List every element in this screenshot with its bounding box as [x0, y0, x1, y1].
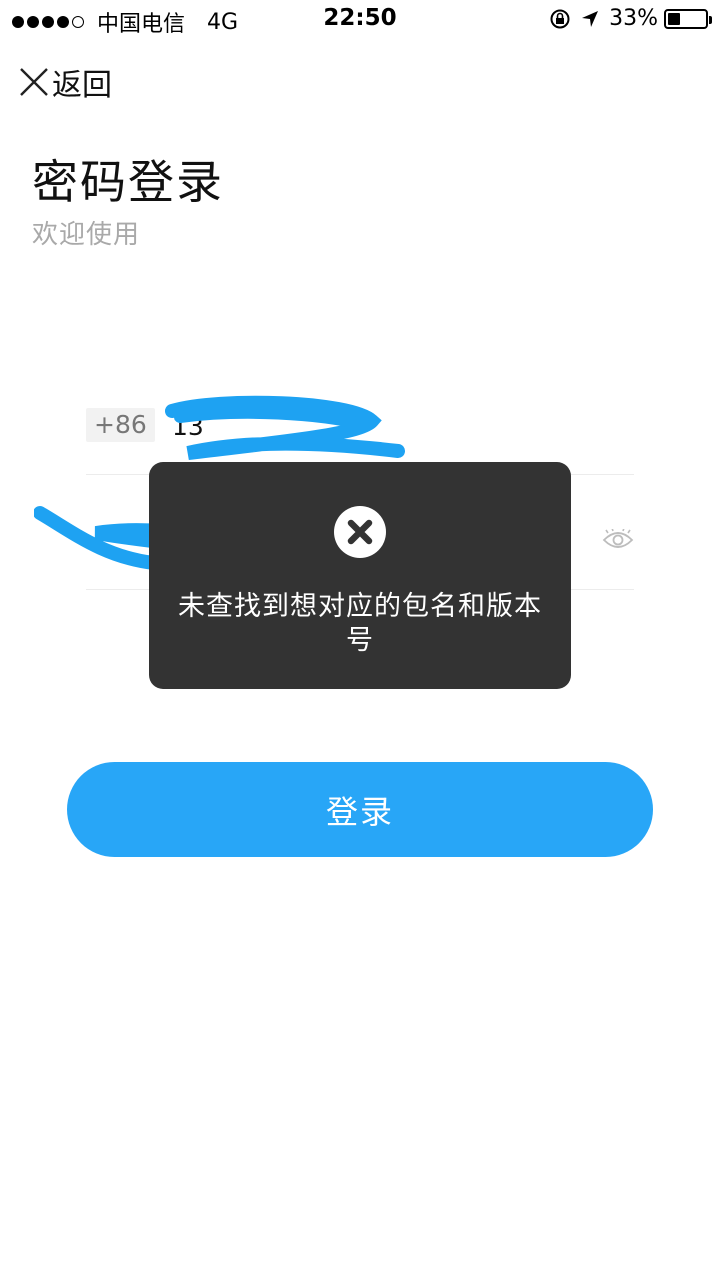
login-button-label: 登录 — [325, 792, 394, 831]
close-icon — [20, 68, 48, 96]
country-code-selector[interactable]: +86 — [86, 408, 155, 442]
location-arrow-icon — [582, 10, 599, 27]
toast-message: 未查找到想对应的包名和版本号 — [178, 591, 542, 656]
status-bar: 中国电信 4G 22:50 33% — [0, 0, 720, 40]
battery-icon — [664, 8, 712, 29]
battery-percent: 33% — [609, 6, 658, 31]
error-toast: 未查找到想对应的包名和版本号 — [149, 462, 571, 689]
phone-input[interactable]: 13 — [172, 410, 592, 444]
page-subtitle: 欢迎使用 — [32, 220, 141, 250]
orientation-lock-icon — [550, 9, 570, 28]
status-right: 33% — [549, 6, 712, 31]
back-button[interactable]: 返回 — [18, 62, 112, 103]
back-label: 返回 — [52, 68, 112, 103]
login-button[interactable]: 登录 — [67, 762, 653, 857]
error-x-icon — [334, 506, 386, 558]
login-screen: 中国电信 4G 22:50 33% 返回 密码登录 欢迎使用 +86 13 登录… — [0, 0, 720, 1280]
page-title: 密码登录 — [32, 155, 224, 209]
eye-icon[interactable] — [602, 529, 634, 551]
